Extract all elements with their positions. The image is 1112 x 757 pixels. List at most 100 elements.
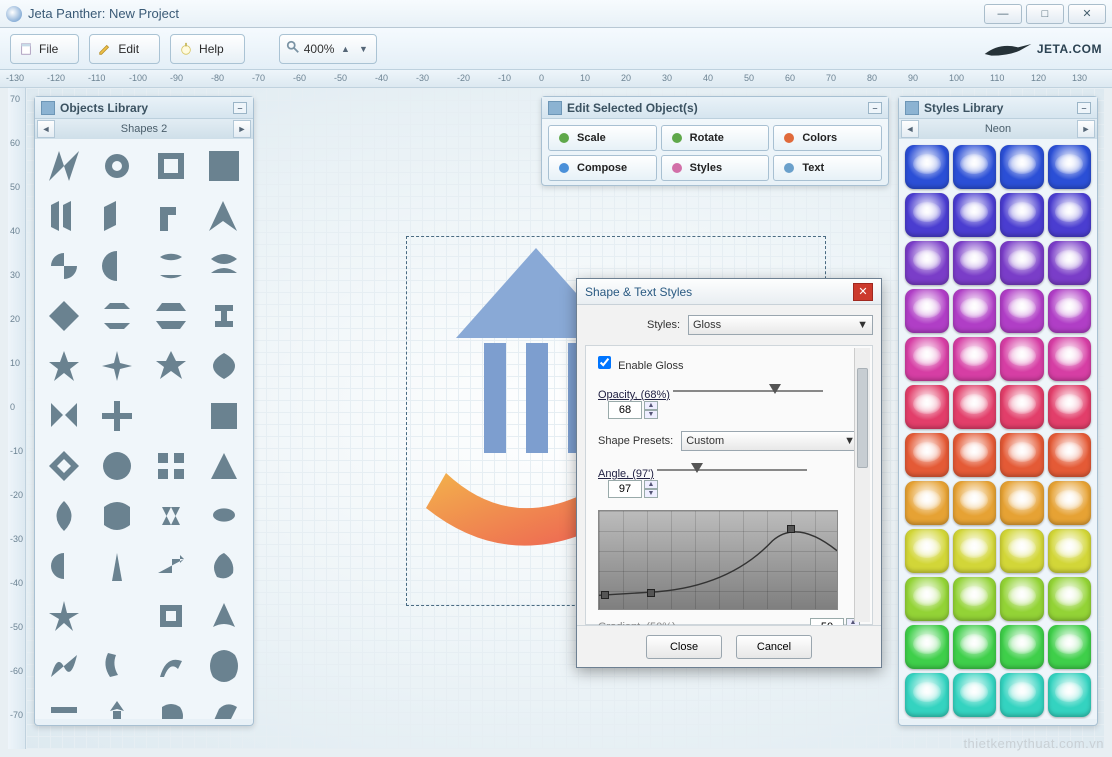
shape-item[interactable] bbox=[146, 643, 196, 689]
presets-dropdown[interactable]: Custom▼ bbox=[681, 431, 860, 451]
shape-item[interactable] bbox=[93, 343, 143, 389]
shape-item[interactable] bbox=[39, 393, 89, 439]
style-swatch[interactable] bbox=[905, 433, 949, 477]
rotate-button[interactable]: Rotate bbox=[661, 125, 770, 151]
shape-item[interactable] bbox=[200, 293, 250, 339]
shape-item[interactable] bbox=[146, 243, 196, 289]
shape-item[interactable] bbox=[39, 493, 89, 539]
shape-item[interactable] bbox=[93, 493, 143, 539]
shape-item[interactable] bbox=[93, 693, 143, 719]
style-swatch[interactable] bbox=[953, 673, 997, 717]
style-swatch[interactable] bbox=[1048, 673, 1092, 717]
collapse-icon[interactable]: – bbox=[1077, 102, 1091, 114]
collapse-icon[interactable]: – bbox=[868, 102, 882, 114]
styles-library-header[interactable]: Styles Library – bbox=[899, 97, 1097, 119]
style-swatch[interactable] bbox=[953, 481, 997, 525]
curve-editor[interactable] bbox=[598, 510, 838, 610]
style-swatch[interactable] bbox=[1000, 241, 1044, 285]
style-swatch[interactable] bbox=[1048, 241, 1092, 285]
shape-item[interactable] bbox=[146, 343, 196, 389]
compose-button[interactable]: Compose bbox=[548, 155, 657, 181]
style-swatch[interactable] bbox=[1000, 289, 1044, 333]
style-swatch[interactable] bbox=[953, 289, 997, 333]
shape-item[interactable] bbox=[200, 643, 250, 689]
styles-prev-button[interactable]: ◄ bbox=[901, 120, 919, 138]
shape-item[interactable] bbox=[200, 143, 250, 189]
shape-item[interactable] bbox=[39, 643, 89, 689]
style-swatch[interactable] bbox=[1000, 625, 1044, 669]
style-swatch[interactable] bbox=[905, 577, 949, 621]
shape-item[interactable] bbox=[93, 293, 143, 339]
shape-item[interactable] bbox=[146, 693, 196, 719]
shape-item[interactable] bbox=[146, 543, 196, 589]
shape-item[interactable] bbox=[93, 593, 143, 639]
shape-item[interactable] bbox=[39, 593, 89, 639]
shape-item[interactable] bbox=[39, 193, 89, 239]
style-swatch[interactable] bbox=[1000, 673, 1044, 717]
style-swatch[interactable] bbox=[1000, 337, 1044, 381]
style-swatch[interactable] bbox=[1000, 433, 1044, 477]
shape-item[interactable] bbox=[200, 443, 250, 489]
shape-item[interactable] bbox=[146, 393, 196, 439]
style-swatch[interactable] bbox=[953, 337, 997, 381]
help-menu[interactable]: Help bbox=[170, 34, 245, 64]
shape-item[interactable] bbox=[200, 543, 250, 589]
collapse-icon[interactable]: – bbox=[233, 102, 247, 114]
shape-item[interactable] bbox=[146, 443, 196, 489]
style-swatch[interactable] bbox=[1048, 145, 1092, 189]
style-swatch[interactable] bbox=[953, 625, 997, 669]
shape-item[interactable] bbox=[146, 143, 196, 189]
edit-menu[interactable]: Edit bbox=[89, 34, 160, 64]
style-swatch[interactable] bbox=[1048, 193, 1092, 237]
zoom-up-icon[interactable]: ▲ bbox=[338, 44, 352, 54]
file-menu[interactable]: File bbox=[10, 34, 79, 64]
shape-item[interactable] bbox=[200, 393, 250, 439]
style-swatch[interactable] bbox=[905, 673, 949, 717]
canvas[interactable]: Objects Library – ◄ Shapes 2 ► Edit Sele… bbox=[26, 88, 1104, 749]
shape-item[interactable] bbox=[39, 243, 89, 289]
maximize-button[interactable]: □ bbox=[1026, 4, 1064, 24]
style-swatch[interactable] bbox=[1048, 625, 1092, 669]
shape-item[interactable] bbox=[39, 293, 89, 339]
shape-item[interactable] bbox=[93, 543, 143, 589]
shape-item[interactable] bbox=[146, 193, 196, 239]
spin-up-icon[interactable]: ▲ bbox=[644, 401, 658, 410]
shape-item[interactable] bbox=[146, 493, 196, 539]
style-swatch[interactable] bbox=[1048, 481, 1092, 525]
styles-dropdown[interactable]: Gloss▼ bbox=[688, 315, 873, 335]
shape-item[interactable] bbox=[39, 543, 89, 589]
shape-item[interactable] bbox=[200, 593, 250, 639]
dialog-titlebar[interactable]: Shape & Text Styles ✕ bbox=[577, 279, 881, 305]
zoom-control[interactable]: 400% ▲ ▼ bbox=[279, 34, 378, 64]
cancel-button[interactable]: Cancel bbox=[736, 635, 812, 659]
styles-next-button[interactable]: ► bbox=[1077, 120, 1095, 138]
style-swatch[interactable] bbox=[1000, 385, 1044, 429]
objects-library-header[interactable]: Objects Library – bbox=[35, 97, 253, 119]
style-swatch[interactable] bbox=[1048, 433, 1092, 477]
shape-item[interactable] bbox=[200, 693, 250, 719]
style-swatch[interactable] bbox=[905, 145, 949, 189]
style-swatch[interactable] bbox=[953, 577, 997, 621]
objects-next-button[interactable]: ► bbox=[233, 120, 251, 138]
scale-button[interactable]: Scale bbox=[548, 125, 657, 151]
style-swatch[interactable] bbox=[1000, 529, 1044, 573]
shape-item[interactable] bbox=[93, 243, 143, 289]
shape-item[interactable] bbox=[39, 343, 89, 389]
style-swatch[interactable] bbox=[905, 337, 949, 381]
text-button[interactable]: Text bbox=[773, 155, 882, 181]
style-swatch[interactable] bbox=[905, 481, 949, 525]
style-swatch[interactable] bbox=[1048, 289, 1092, 333]
curve-handle[interactable] bbox=[601, 591, 609, 599]
shape-item[interactable] bbox=[146, 293, 196, 339]
opacity-input[interactable] bbox=[608, 401, 642, 419]
style-swatch[interactable] bbox=[905, 385, 949, 429]
style-swatch[interactable] bbox=[1000, 481, 1044, 525]
style-swatch[interactable] bbox=[1048, 337, 1092, 381]
minimize-button[interactable]: — bbox=[984, 4, 1022, 24]
style-swatch[interactable] bbox=[953, 241, 997, 285]
shape-item[interactable] bbox=[200, 193, 250, 239]
spin-down-icon[interactable]: ▼ bbox=[644, 410, 658, 419]
angle-input[interactable] bbox=[608, 480, 642, 498]
style-swatch[interactable] bbox=[1048, 385, 1092, 429]
style-swatch[interactable] bbox=[1000, 577, 1044, 621]
